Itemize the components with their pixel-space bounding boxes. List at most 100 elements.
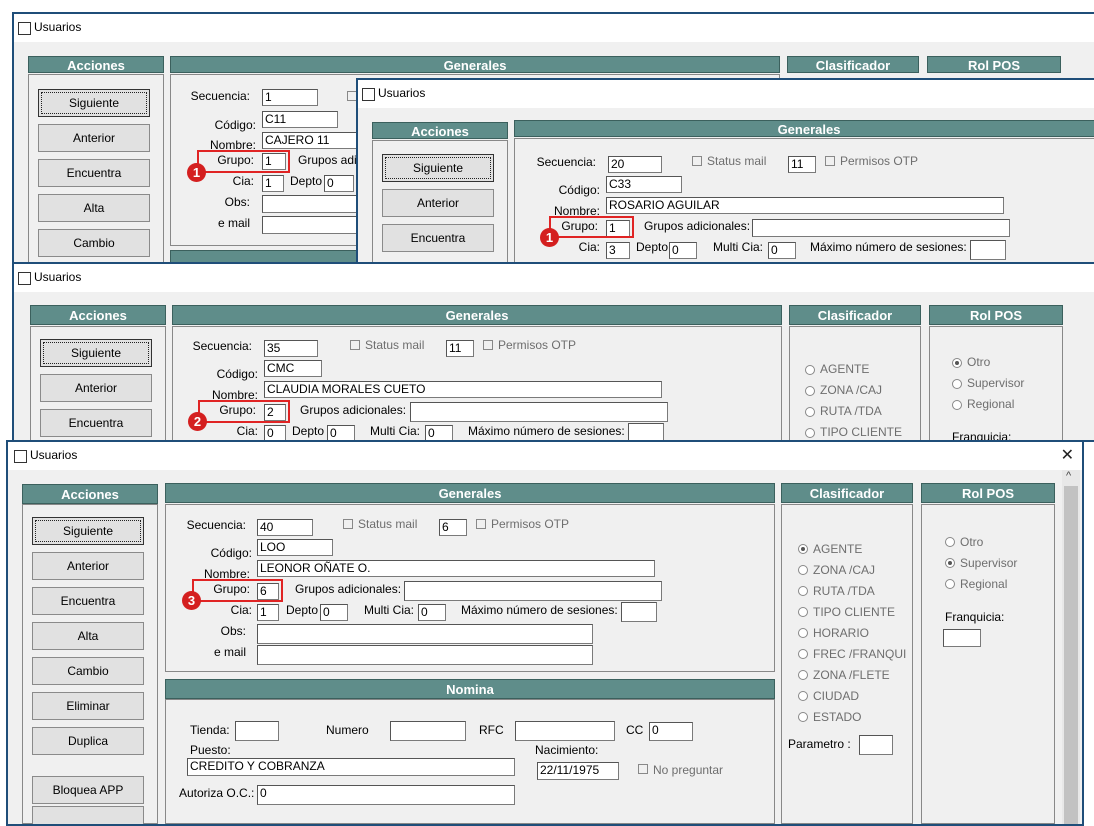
clasificador-header: Clasificador: [781, 483, 913, 503]
rol-regional-label: Regional: [967, 397, 1015, 411]
status-mail-checkbox[interactable]: [692, 156, 702, 166]
encuentra-button[interactable]: Encuentra: [40, 409, 152, 437]
obs-field[interactable]: [262, 195, 362, 213]
secuencia-field[interactable]: 20: [608, 156, 662, 173]
autoriza-oc-field[interactable]: 0: [257, 785, 515, 805]
codigo-field[interactable]: CMC: [264, 360, 322, 377]
eliminar-button[interactable]: Eliminar: [32, 692, 144, 720]
codigo-field[interactable]: C11: [262, 111, 338, 128]
cia-field[interactable]: 3: [606, 242, 630, 259]
nacimiento-field[interactable]: 22/11/1975: [537, 762, 619, 780]
codigo-field[interactable]: LOO: [257, 539, 333, 556]
clasificador-ruta-tda-radio[interactable]: [805, 407, 815, 417]
anterior-button[interactable]: Anterior: [38, 124, 150, 152]
anterior-button[interactable]: Anterior: [382, 189, 494, 217]
clasificador-tipo-cliente-radio[interactable]: [805, 428, 815, 438]
cambio-button[interactable]: Cambio: [38, 229, 150, 257]
max-sesiones-field[interactable]: [621, 602, 657, 622]
title-bar: Usuarios ✕: [8, 442, 1082, 470]
clasificador-estado-radio[interactable]: [798, 712, 808, 722]
max-sesiones-field[interactable]: [970, 240, 1006, 260]
multi-cia-field[interactable]: 0: [768, 242, 796, 259]
siguiente-button[interactable]: Siguiente: [38, 89, 150, 117]
status-mail-checkbox[interactable]: [350, 340, 360, 350]
permisos-otp-checkbox[interactable]: [476, 519, 486, 529]
grupos-adicionales-field[interactable]: [404, 581, 662, 601]
depto-field[interactable]: 0: [324, 175, 354, 192]
anterior-button[interactable]: Anterior: [32, 552, 144, 580]
email-field[interactable]: [257, 645, 593, 665]
depto-field[interactable]: 0: [669, 242, 697, 259]
clasificador-zona-caj-radio[interactable]: [805, 386, 815, 396]
extra-button-partial[interactable]: [32, 806, 144, 824]
secuencia-field[interactable]: 40: [257, 519, 313, 536]
permisos-otp-checkbox[interactable]: [483, 340, 493, 350]
siguiente-button[interactable]: Siguiente: [382, 154, 494, 182]
numero-field[interactable]: [390, 721, 466, 741]
depto-field[interactable]: 0: [320, 604, 348, 621]
obs-field[interactable]: [257, 624, 593, 644]
max-sesiones-label: Máximo número de sesiones:: [461, 603, 618, 617]
clasificador-ciudad-radio[interactable]: [798, 691, 808, 701]
duplica-button[interactable]: Duplica: [32, 727, 144, 755]
grupos-adicionales-label: Grupos adicionales:: [295, 582, 402, 596]
rol-otro-radio[interactable]: [945, 537, 955, 547]
rol-supervisor-radio[interactable]: [952, 379, 962, 389]
window-icon: [362, 88, 375, 101]
parametro-field[interactable]: [859, 735, 893, 755]
bloquea-app-button[interactable]: Bloquea APP: [32, 776, 144, 804]
permisos-otp-checkbox[interactable]: [825, 156, 835, 166]
rol-regional-radio[interactable]: [945, 579, 955, 589]
clasificador-agente-radio[interactable]: [805, 365, 815, 375]
cia-field[interactable]: 1: [262, 175, 284, 192]
scroll-thumb[interactable]: [1064, 486, 1078, 824]
encuentra-button[interactable]: Encuentra: [32, 587, 144, 615]
franquicia-field[interactable]: [943, 629, 981, 647]
clasificador-frec-franqui-radio[interactable]: [798, 649, 808, 659]
clasificador-zona-flete-label: ZONA /FLETE: [813, 668, 890, 682]
grupos-adicionales-field[interactable]: [410, 402, 668, 422]
codigo-field[interactable]: C33: [606, 176, 682, 193]
clasificador-tipo-cliente-radio[interactable]: [798, 607, 808, 617]
permisos-otp-label: Permisos OTP: [491, 517, 570, 531]
nombre-field[interactable]: LEONOR OÑATE O.: [257, 560, 655, 577]
clasificador-zona-caj-radio[interactable]: [798, 565, 808, 575]
alta-button[interactable]: Alta: [32, 622, 144, 650]
status-mail-checkbox[interactable]: [343, 519, 353, 529]
no-preguntar-checkbox[interactable]: [638, 764, 648, 774]
rol-supervisor-radio[interactable]: [945, 558, 955, 568]
clasificador-zona-flete-radio[interactable]: [798, 670, 808, 680]
clasificador-agente-radio[interactable]: [798, 544, 808, 554]
siguiente-button[interactable]: Siguiente: [32, 517, 144, 545]
encuentra-button[interactable]: Encuentra: [38, 159, 150, 187]
cia-field[interactable]: 1: [257, 604, 279, 621]
puesto-field[interactable]: CREDITO Y COBRANZA: [187, 758, 515, 776]
nombre-field[interactable]: CLAUDIA MORALES CUETO: [264, 381, 662, 398]
rol-otro-radio[interactable]: [952, 358, 962, 368]
rol-regional-radio[interactable]: [952, 400, 962, 410]
close-icon[interactable]: ✕: [1061, 445, 1074, 465]
status-mail-number-field[interactable]: 11: [788, 156, 816, 173]
anterior-button[interactable]: Anterior: [40, 374, 152, 402]
siguiente-button[interactable]: Siguiente: [40, 339, 152, 367]
nombre-field[interactable]: CAJERO 11: [262, 132, 362, 149]
grupos-adicionales-field[interactable]: [752, 219, 1010, 237]
alta-button[interactable]: Alta: [38, 194, 150, 222]
email-field[interactable]: [262, 216, 362, 234]
status-mail-number-field[interactable]: 11: [446, 340, 474, 357]
nombre-field[interactable]: ROSARIO AGUILAR: [606, 197, 1004, 214]
cambio-button[interactable]: Cambio: [32, 657, 144, 685]
clasificador-agente-label: AGENTE: [813, 542, 863, 556]
encuentra-button[interactable]: Encuentra: [382, 224, 494, 252]
secuencia-field[interactable]: 1: [262, 89, 318, 106]
scroll-up-icon[interactable]: ^: [1066, 470, 1071, 482]
clasificador-horario-radio[interactable]: [798, 628, 808, 638]
tienda-field[interactable]: [235, 721, 279, 741]
multi-cia-field[interactable]: 0: [418, 604, 446, 621]
status-mail-number-field[interactable]: 6: [439, 519, 467, 536]
clasificador-ciudad-label: CIUDAD: [813, 689, 860, 703]
rfc-field[interactable]: [515, 721, 615, 741]
secuencia-field[interactable]: 35: [264, 340, 318, 357]
clasificador-ruta-tda-radio[interactable]: [798, 586, 808, 596]
cc-field[interactable]: 0: [649, 722, 693, 741]
